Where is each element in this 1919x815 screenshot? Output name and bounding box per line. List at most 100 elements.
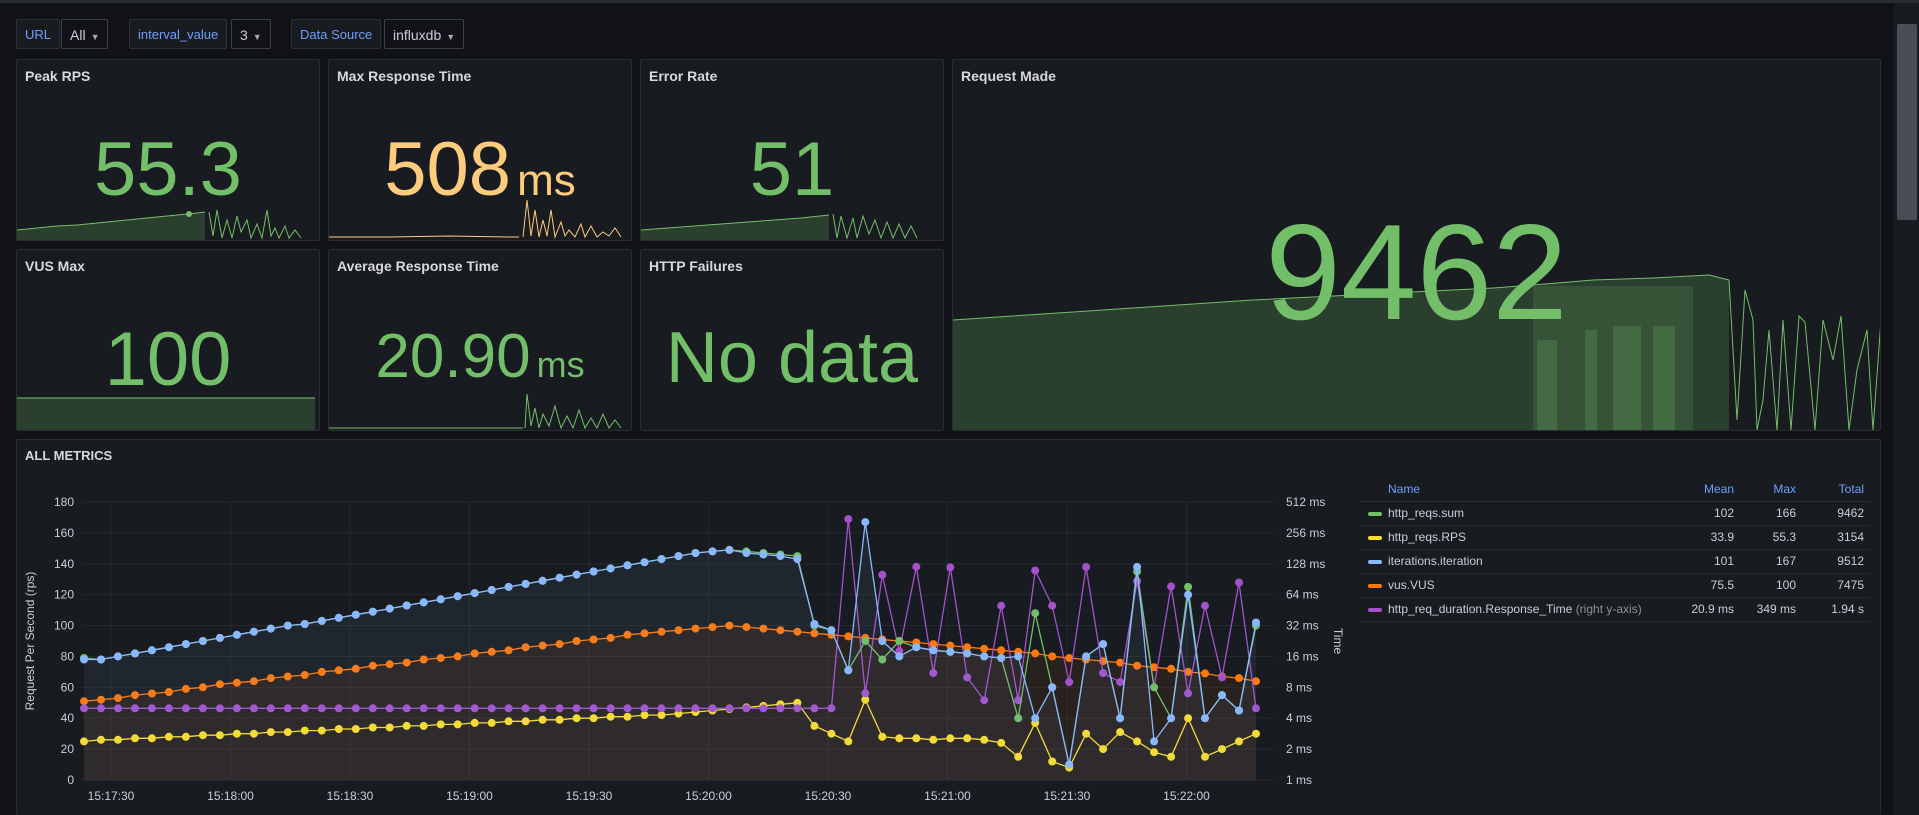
legend-row[interactable]: vus.VUS 75.5 100 7475 bbox=[1360, 574, 1870, 598]
panel-title: Request Made bbox=[961, 68, 1056, 84]
y-tick-label: 140 bbox=[54, 557, 74, 571]
legend-mean: 75.5 bbox=[1710, 578, 1734, 592]
data-point bbox=[980, 652, 989, 661]
legend-total: 7475 bbox=[1837, 578, 1864, 592]
panel-average-response-time[interactable]: Average Response Time 20.90 ms bbox=[328, 249, 632, 431]
data-point bbox=[181, 640, 190, 649]
legend-header-max[interactable]: Max bbox=[1773, 478, 1796, 501]
series-color-swatch bbox=[1368, 512, 1382, 516]
top-border bbox=[0, 0, 1919, 3]
series-color-swatch bbox=[1368, 536, 1382, 540]
data-point bbox=[1031, 609, 1040, 618]
data-point bbox=[232, 630, 241, 639]
legend-header-mean[interactable]: Mean bbox=[1704, 478, 1734, 501]
data-point bbox=[283, 621, 292, 630]
data-point bbox=[164, 643, 173, 652]
data-point bbox=[572, 570, 581, 579]
data-point bbox=[657, 555, 666, 564]
legend-row[interactable]: http_reqs.sum 102 166 9462 bbox=[1360, 502, 1870, 526]
legend-row[interactable]: http_reqs.RPS 33.9 55.3 3154 bbox=[1360, 526, 1870, 550]
data-point bbox=[317, 616, 326, 625]
legend-series-name: vus.VUS bbox=[1388, 578, 1435, 592]
y2-tick-label: 8 ms bbox=[1286, 680, 1312, 694]
data-point bbox=[912, 562, 921, 571]
data-point bbox=[878, 637, 887, 645]
data-point bbox=[97, 655, 105, 664]
legend-row[interactable]: http_req_duration.Response_Time (right y… bbox=[1360, 598, 1870, 622]
data-point bbox=[759, 550, 768, 559]
y2-tick-label: 256 ms bbox=[1286, 526, 1325, 540]
data-point bbox=[1031, 566, 1040, 575]
x-tick-label: 15:21:00 bbox=[924, 789, 971, 803]
legend-header: Name Mean Max Total bbox=[1360, 478, 1870, 502]
data-point bbox=[1082, 652, 1091, 661]
data-point bbox=[929, 646, 938, 655]
data-point bbox=[114, 652, 122, 661]
y-tick-label: 20 bbox=[61, 742, 75, 756]
data-point bbox=[861, 518, 870, 527]
legend-max: 100 bbox=[1775, 578, 1796, 592]
legend-row[interactable]: iterations.iteration 101 167 9512 bbox=[1360, 550, 1870, 574]
data-point bbox=[980, 644, 989, 653]
chevron-down-icon: ▼ bbox=[252, 32, 262, 42]
y2-tick-label: 16 ms bbox=[1286, 649, 1319, 663]
data-point bbox=[708, 547, 717, 556]
data-point bbox=[895, 652, 904, 661]
y2-axis-label: Time bbox=[1331, 628, 1345, 655]
data-point bbox=[912, 643, 921, 652]
data-point bbox=[810, 620, 819, 628]
variable-label-datasource: Data Source bbox=[291, 19, 382, 49]
stat-value: 100 bbox=[104, 317, 232, 402]
data-point bbox=[793, 555, 802, 564]
panel-http-failures[interactable]: HTTP Failures No data bbox=[640, 249, 944, 431]
panel-max-response-time[interactable]: Max Response Time 508 ms bbox=[328, 59, 632, 241]
legend-total: 3154 bbox=[1837, 530, 1864, 544]
legend-series-name: http_req_duration.Response_Time bbox=[1388, 602, 1573, 616]
series-color-swatch bbox=[1368, 584, 1382, 588]
variable-select-url[interactable]: All ▼ bbox=[61, 19, 109, 49]
y-tick-label: 100 bbox=[54, 619, 74, 633]
data-point bbox=[691, 549, 700, 557]
legend-series-name: iterations.iteration bbox=[1388, 554, 1483, 568]
data-point bbox=[436, 595, 445, 604]
x-tick-label: 15:17:30 bbox=[88, 789, 135, 803]
legend-series-note: (right y-axis) bbox=[1575, 602, 1642, 616]
legend-total: 9462 bbox=[1837, 506, 1864, 520]
y-axis-label: Request Per Second (rps) bbox=[23, 572, 37, 711]
sparkline bbox=[17, 397, 315, 430]
data-point bbox=[1167, 582, 1176, 591]
variable-select-interval[interactable]: 3 ▼ bbox=[231, 19, 271, 49]
legend-header-total[interactable]: Total bbox=[1839, 478, 1864, 501]
sparkline bbox=[641, 213, 918, 240]
x-tick-label: 15:20:30 bbox=[805, 789, 852, 803]
data-point bbox=[1235, 578, 1243, 587]
data-point bbox=[1184, 582, 1193, 591]
data-point bbox=[674, 552, 683, 561]
data-point bbox=[1048, 652, 1057, 661]
panel-error-rate[interactable]: Error Rate 51 bbox=[640, 59, 944, 241]
data-point bbox=[1048, 683, 1057, 692]
data-point bbox=[844, 632, 853, 641]
panel-title: ALL METRICS bbox=[25, 448, 113, 463]
data-point bbox=[606, 564, 615, 573]
data-point bbox=[946, 647, 955, 656]
legend-header-name[interactable]: Name bbox=[1388, 478, 1420, 501]
variable-value-datasource: influxdb bbox=[393, 27, 442, 43]
data-point bbox=[1201, 601, 1209, 610]
variable-value-interval: 3 bbox=[240, 27, 248, 43]
panel-peak-rps[interactable]: Peak RPS 55.3 bbox=[16, 59, 320, 241]
sparkline bbox=[329, 199, 622, 239]
x-tick-label: 15:21:30 bbox=[1044, 789, 1091, 803]
y2-tick-label: 1 ms bbox=[1286, 773, 1312, 787]
legend-mean: 33.9 bbox=[1710, 530, 1734, 544]
variable-select-datasource[interactable]: influxdb ▼ bbox=[384, 19, 465, 49]
variable-value-url: All bbox=[70, 27, 86, 43]
y2-tick-label: 4 ms bbox=[1286, 711, 1312, 725]
panel-request-made[interactable]: Request Made 9462 bbox=[952, 59, 1881, 431]
scrollbar-thumb[interactable] bbox=[1897, 24, 1917, 220]
x-tick-label: 15:19:30 bbox=[566, 789, 613, 803]
chevron-down-icon: ▼ bbox=[90, 32, 100, 42]
data-point bbox=[1150, 737, 1159, 746]
panel-title: Average Response Time bbox=[337, 258, 499, 274]
panel-vus-max[interactable]: VUS Max 100 bbox=[16, 249, 320, 431]
